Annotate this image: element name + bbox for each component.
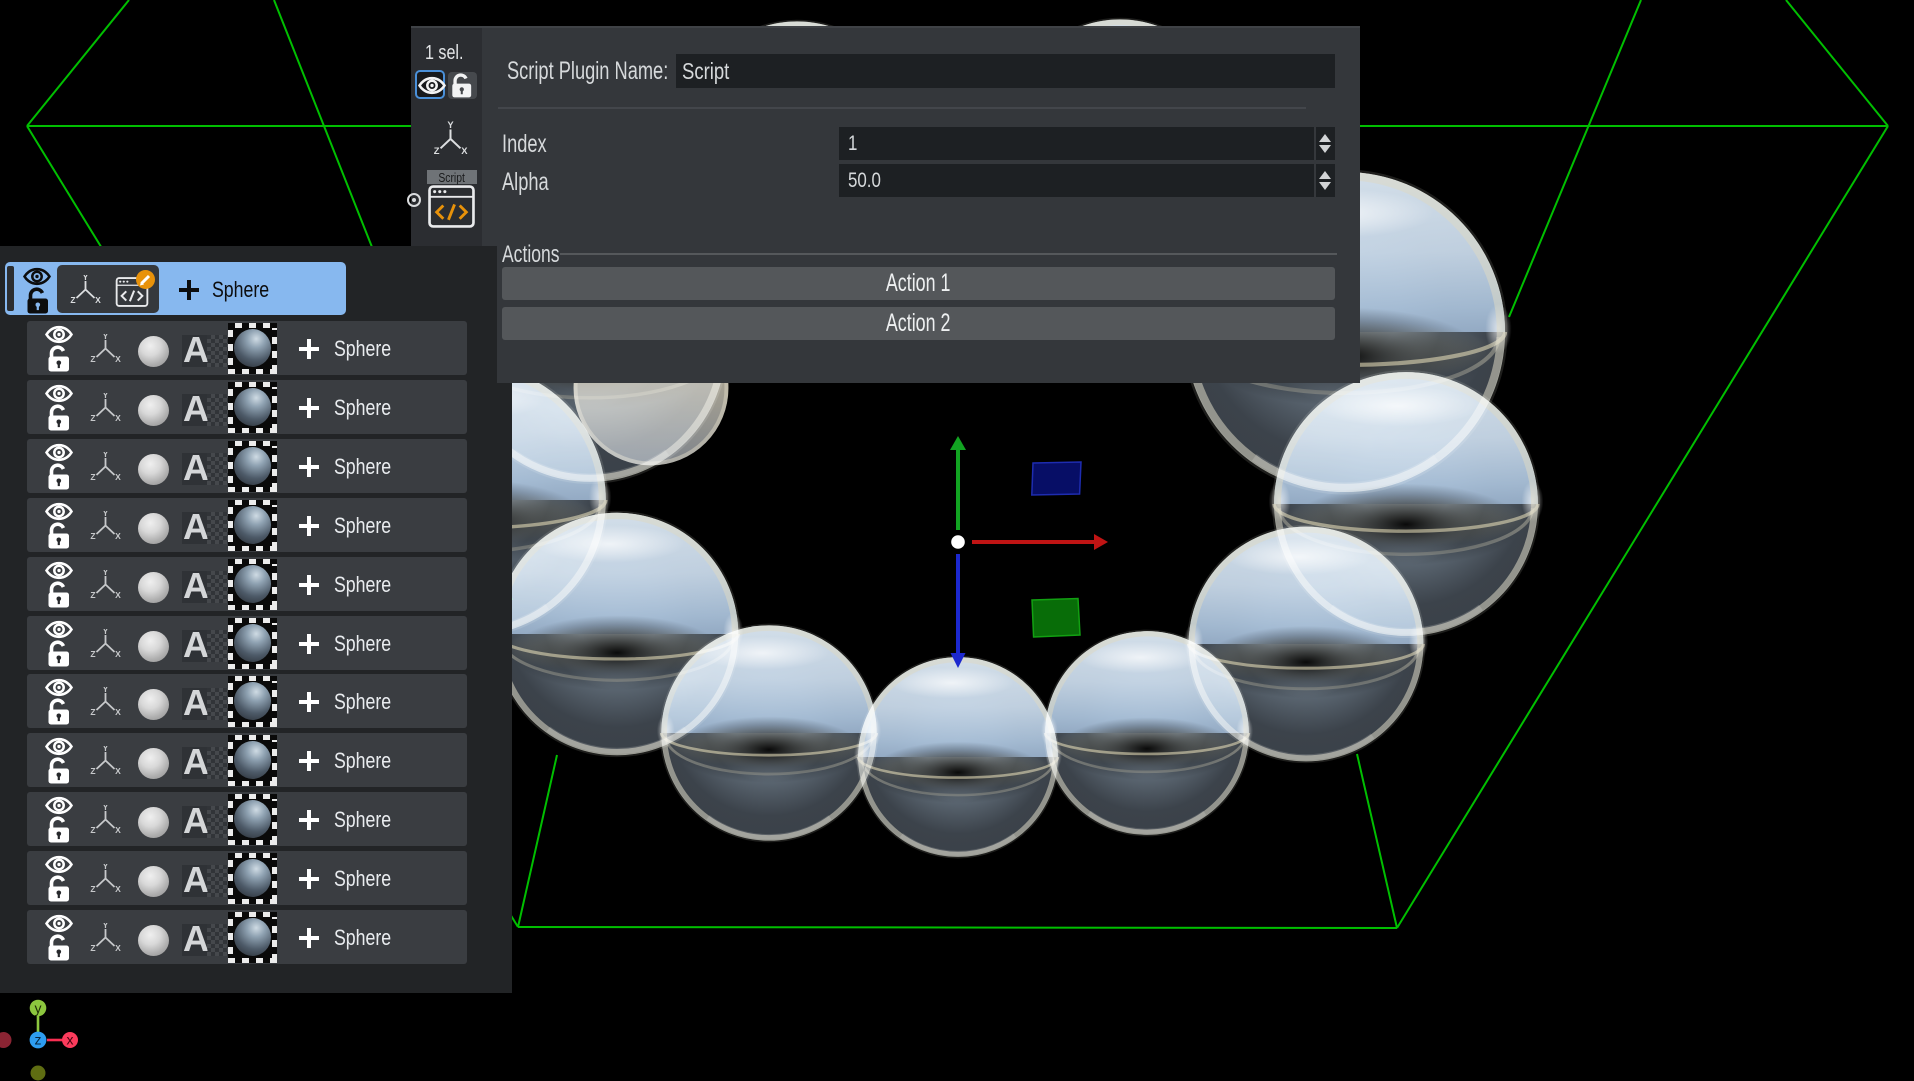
- svg-text:X: X: [115, 825, 121, 835]
- svg-text:Y: Y: [103, 864, 109, 871]
- svg-text:Z: Z: [70, 295, 75, 305]
- svg-text:Z: Z: [90, 766, 95, 776]
- svg-text:X: X: [115, 472, 121, 482]
- svg-text:X: X: [115, 707, 121, 717]
- svg-text:Z: Z: [90, 531, 95, 541]
- svg-text:X: X: [115, 413, 121, 423]
- svg-text:Y: Y: [103, 452, 109, 459]
- svg-text:Y: Y: [103, 334, 109, 341]
- svg-text:Y: Y: [103, 687, 109, 694]
- svg-text:z: z: [35, 1032, 42, 1048]
- svg-text:X: X: [115, 354, 121, 364]
- svg-text:Z: Z: [90, 707, 95, 717]
- svg-text:Y: Y: [103, 923, 109, 930]
- svg-text:Z: Z: [434, 145, 440, 156]
- svg-text:X: X: [115, 531, 121, 541]
- svg-text:Y: Y: [103, 805, 109, 812]
- svg-text:Y: Y: [103, 746, 109, 753]
- svg-text:Z: Z: [90, 884, 95, 894]
- svg-text:X: X: [95, 295, 101, 305]
- svg-text:X: X: [115, 943, 121, 953]
- svg-text:Y: Y: [103, 511, 109, 518]
- svg-text:Z: Z: [90, 943, 95, 953]
- svg-text:X: X: [115, 590, 121, 600]
- svg-text:Z: Z: [90, 413, 95, 423]
- svg-text:X: X: [461, 145, 468, 156]
- svg-text:Y: Y: [103, 629, 109, 636]
- svg-text:Y: Y: [83, 275, 89, 282]
- svg-text:Z: Z: [90, 825, 95, 835]
- svg-text:Z: Z: [90, 472, 95, 482]
- svg-text:X: X: [115, 766, 121, 776]
- svg-text:Y: Y: [103, 570, 109, 577]
- svg-text:y: y: [35, 1000, 42, 1016]
- svg-text:x: x: [67, 1032, 74, 1048]
- svg-text:X: X: [115, 884, 121, 894]
- svg-text:Y: Y: [447, 121, 454, 130]
- svg-text:Y: Y: [103, 393, 109, 400]
- svg-text:X: X: [115, 649, 121, 659]
- svg-text:Z: Z: [90, 354, 95, 364]
- svg-text:Z: Z: [90, 649, 95, 659]
- svg-text:Z: Z: [90, 590, 95, 600]
